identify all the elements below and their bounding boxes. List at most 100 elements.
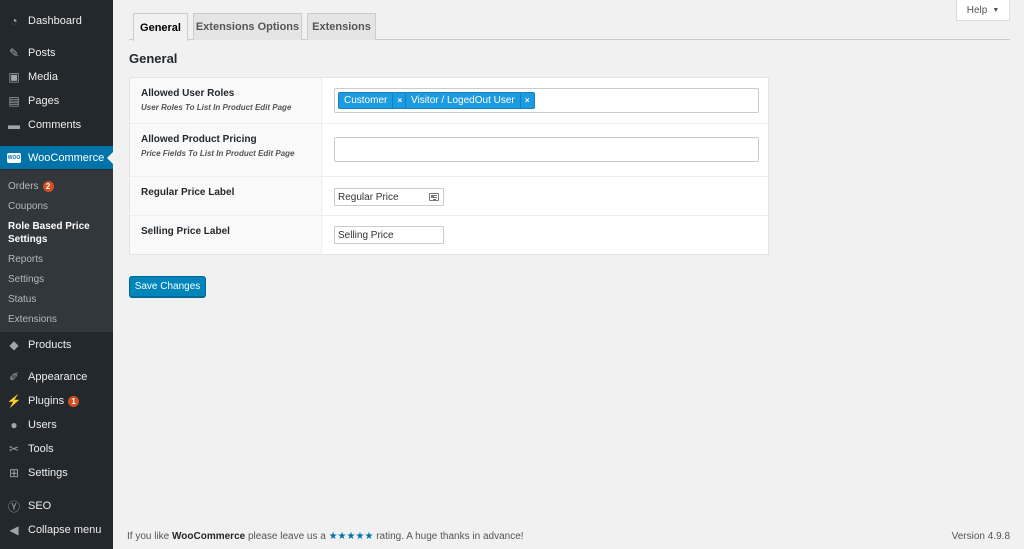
save-changes-button[interactable]: Save Changes bbox=[129, 276, 206, 297]
appearance-icon: ✐ bbox=[8, 370, 20, 384]
section-title: General bbox=[129, 51, 178, 66]
menu-plugins[interactable]: ⚡ Plugins 1 bbox=[0, 389, 113, 413]
submenu-extensions[interactable]: Extensions bbox=[8, 313, 57, 326]
media-icon: ▣ bbox=[8, 70, 20, 84]
contact-card-icon bbox=[429, 193, 439, 201]
menu-seo[interactable]: Ⓨ SEO bbox=[0, 494, 113, 518]
input-value: Selling Price bbox=[338, 229, 394, 241]
form-row-allowed-product-pricing: Allowed Product Pricing Price Fields To … bbox=[130, 124, 768, 177]
field-label: Allowed Product Pricing bbox=[141, 134, 257, 145]
user-roles-select[interactable]: Customer × Visitor / LogedOut User × bbox=[334, 88, 759, 113]
menu-label: Media bbox=[28, 71, 58, 83]
menu-dashboard[interactable]: ◔ Dashboard bbox=[0, 9, 113, 33]
input-value: Regular Price bbox=[338, 191, 399, 203]
submenu-label: Status bbox=[8, 294, 37, 305]
products-icon: ◆ bbox=[9, 338, 19, 352]
row-label-cell: Allowed Product Pricing Price Fields To … bbox=[130, 124, 322, 176]
role-chip-visitor: Visitor / LogedOut User × bbox=[405, 92, 535, 109]
admin-sidebar: ◔ Dashboard ✎ Posts ▣ Media ▤ Pages ▬ Co… bbox=[0, 0, 113, 549]
plugins-count-badge: 1 bbox=[68, 395, 80, 407]
menu-appearance[interactable]: ✐ Appearance bbox=[0, 365, 113, 389]
menu-woocommerce[interactable]: WOO WooCommerce bbox=[0, 146, 113, 169]
collapse-icon: ◀ bbox=[9, 523, 19, 537]
footer-text: rating. A huge thanks in advance! bbox=[373, 531, 524, 542]
pages-icon: ▤ bbox=[8, 94, 20, 108]
rating-stars-link[interactable]: ★★★★★ bbox=[329, 531, 374, 542]
menu-label: Comments bbox=[28, 119, 82, 131]
tab-label: Extensions Options bbox=[195, 21, 300, 33]
row-label-cell: Regular Price Label bbox=[130, 177, 322, 215]
row-label-cell: Allowed User Roles User Roles To List In… bbox=[130, 78, 322, 123]
tab-extensions-options[interactable]: Extensions Options bbox=[193, 13, 302, 40]
tab-extensions[interactable]: Extensions bbox=[307, 13, 376, 40]
menu-pages[interactable]: ▤ Pages bbox=[0, 89, 113, 113]
submenu-settings[interactable]: Settings bbox=[8, 273, 44, 286]
submenu-label: Role Based Price Settings bbox=[8, 221, 90, 245]
settings-tabs: General Extensions Options Extensions bbox=[129, 13, 1010, 41]
plugins-icon: ⚡ bbox=[6, 394, 22, 408]
field-label: Regular Price Label bbox=[141, 187, 235, 198]
submenu-role-based-price-settings[interactable]: Role Based Price Settings bbox=[8, 220, 98, 246]
settings-icon: ⊞ bbox=[8, 466, 20, 480]
row-label-cell: Selling Price Label bbox=[130, 216, 322, 254]
form-row-allowed-user-roles: Allowed User Roles User Roles To List In… bbox=[130, 78, 768, 124]
menu-posts[interactable]: ✎ Posts bbox=[0, 41, 113, 65]
product-pricing-select[interactable] bbox=[334, 137, 759, 162]
form-row-regular-price-label: Regular Price Label Regular Price bbox=[130, 177, 768, 216]
regular-price-label-input[interactable]: Regular Price bbox=[334, 188, 444, 206]
menu-products[interactable]: ◆ Products bbox=[0, 333, 113, 357]
submenu-label: Coupons bbox=[8, 201, 49, 212]
submenu-label: Extensions bbox=[8, 314, 57, 325]
submenu-label: Reports bbox=[8, 254, 44, 265]
comments-icon: ▬ bbox=[8, 118, 20, 132]
menu-label: Tools bbox=[28, 443, 54, 455]
pin-icon: ✎ bbox=[8, 46, 20, 60]
footer-text: please leave us a bbox=[245, 531, 329, 542]
submenu-status[interactable]: Status bbox=[8, 293, 36, 306]
field-description: User Roles To List In Product Edit Page bbox=[141, 103, 292, 112]
menu-tools[interactable]: ✂ Tools bbox=[0, 437, 113, 461]
users-icon: ● bbox=[10, 418, 18, 432]
woocommerce-icon: WOO bbox=[3, 152, 25, 163]
chip-label: Visitor / LogedOut User bbox=[411, 95, 515, 106]
tab-general[interactable]: General bbox=[133, 13, 188, 41]
submenu-coupons[interactable]: Coupons bbox=[8, 200, 48, 213]
woo-logo: WOO bbox=[7, 152, 21, 163]
menu-label: Pages bbox=[28, 95, 60, 107]
menu-label: Settings bbox=[28, 467, 68, 479]
field-label: Selling Price Label bbox=[141, 226, 230, 237]
form-row-selling-price-label: Selling Price Label Selling Price bbox=[130, 216, 768, 254]
menu-label: Collapse menu bbox=[28, 524, 102, 536]
field-description: Price Fields To List In Product Edit Pag… bbox=[141, 149, 295, 158]
role-chip-customer: Customer × bbox=[338, 92, 408, 109]
submenu-label: Orders bbox=[8, 181, 39, 192]
menu-label: Posts bbox=[28, 47, 56, 59]
orders-count-badge: 2 bbox=[42, 180, 54, 192]
menu-label: SEO bbox=[28, 500, 52, 512]
woocommerce-submenu: Orders 2 Coupons Role Based Price Setting… bbox=[0, 170, 113, 332]
footer-text: If you like bbox=[127, 531, 173, 542]
seo-icon: Ⓨ bbox=[7, 499, 20, 514]
submenu-label: Settings bbox=[8, 274, 45, 285]
menu-media[interactable]: ▣ Media bbox=[0, 65, 113, 89]
menu-label: Dashboard bbox=[28, 15, 82, 27]
collapse-menu-button[interactable]: ◀ Collapse menu bbox=[0, 518, 113, 542]
version-text: Version 4.9.8 bbox=[951, 531, 1010, 542]
remove-icon[interactable]: × bbox=[519, 93, 534, 108]
menu-label: WooCommerce bbox=[28, 151, 105, 164]
dashboard-icon: ◔ bbox=[10, 14, 18, 28]
submenu-orders[interactable]: Orders 2 bbox=[8, 180, 54, 193]
menu-label: Plugins bbox=[28, 395, 65, 407]
tab-label: General bbox=[140, 21, 181, 34]
menu-comments[interactable]: ▬ Comments bbox=[0, 113, 113, 137]
submenu-reports[interactable]: Reports bbox=[8, 253, 43, 266]
footer-rating-text: If you like WooCommerce please leave us … bbox=[127, 531, 524, 542]
menu-label: Users bbox=[28, 419, 57, 431]
selling-price-label-input[interactable]: Selling Price bbox=[334, 226, 444, 244]
settings-form-table: Allowed User Roles User Roles To List In… bbox=[129, 77, 769, 255]
menu-users[interactable]: ● Users bbox=[0, 413, 113, 437]
tools-icon: ✂ bbox=[8, 442, 20, 456]
chip-label: Customer bbox=[344, 95, 388, 106]
menu-settings[interactable]: ⊞ Settings bbox=[0, 461, 113, 485]
menu-label: Products bbox=[28, 339, 72, 351]
